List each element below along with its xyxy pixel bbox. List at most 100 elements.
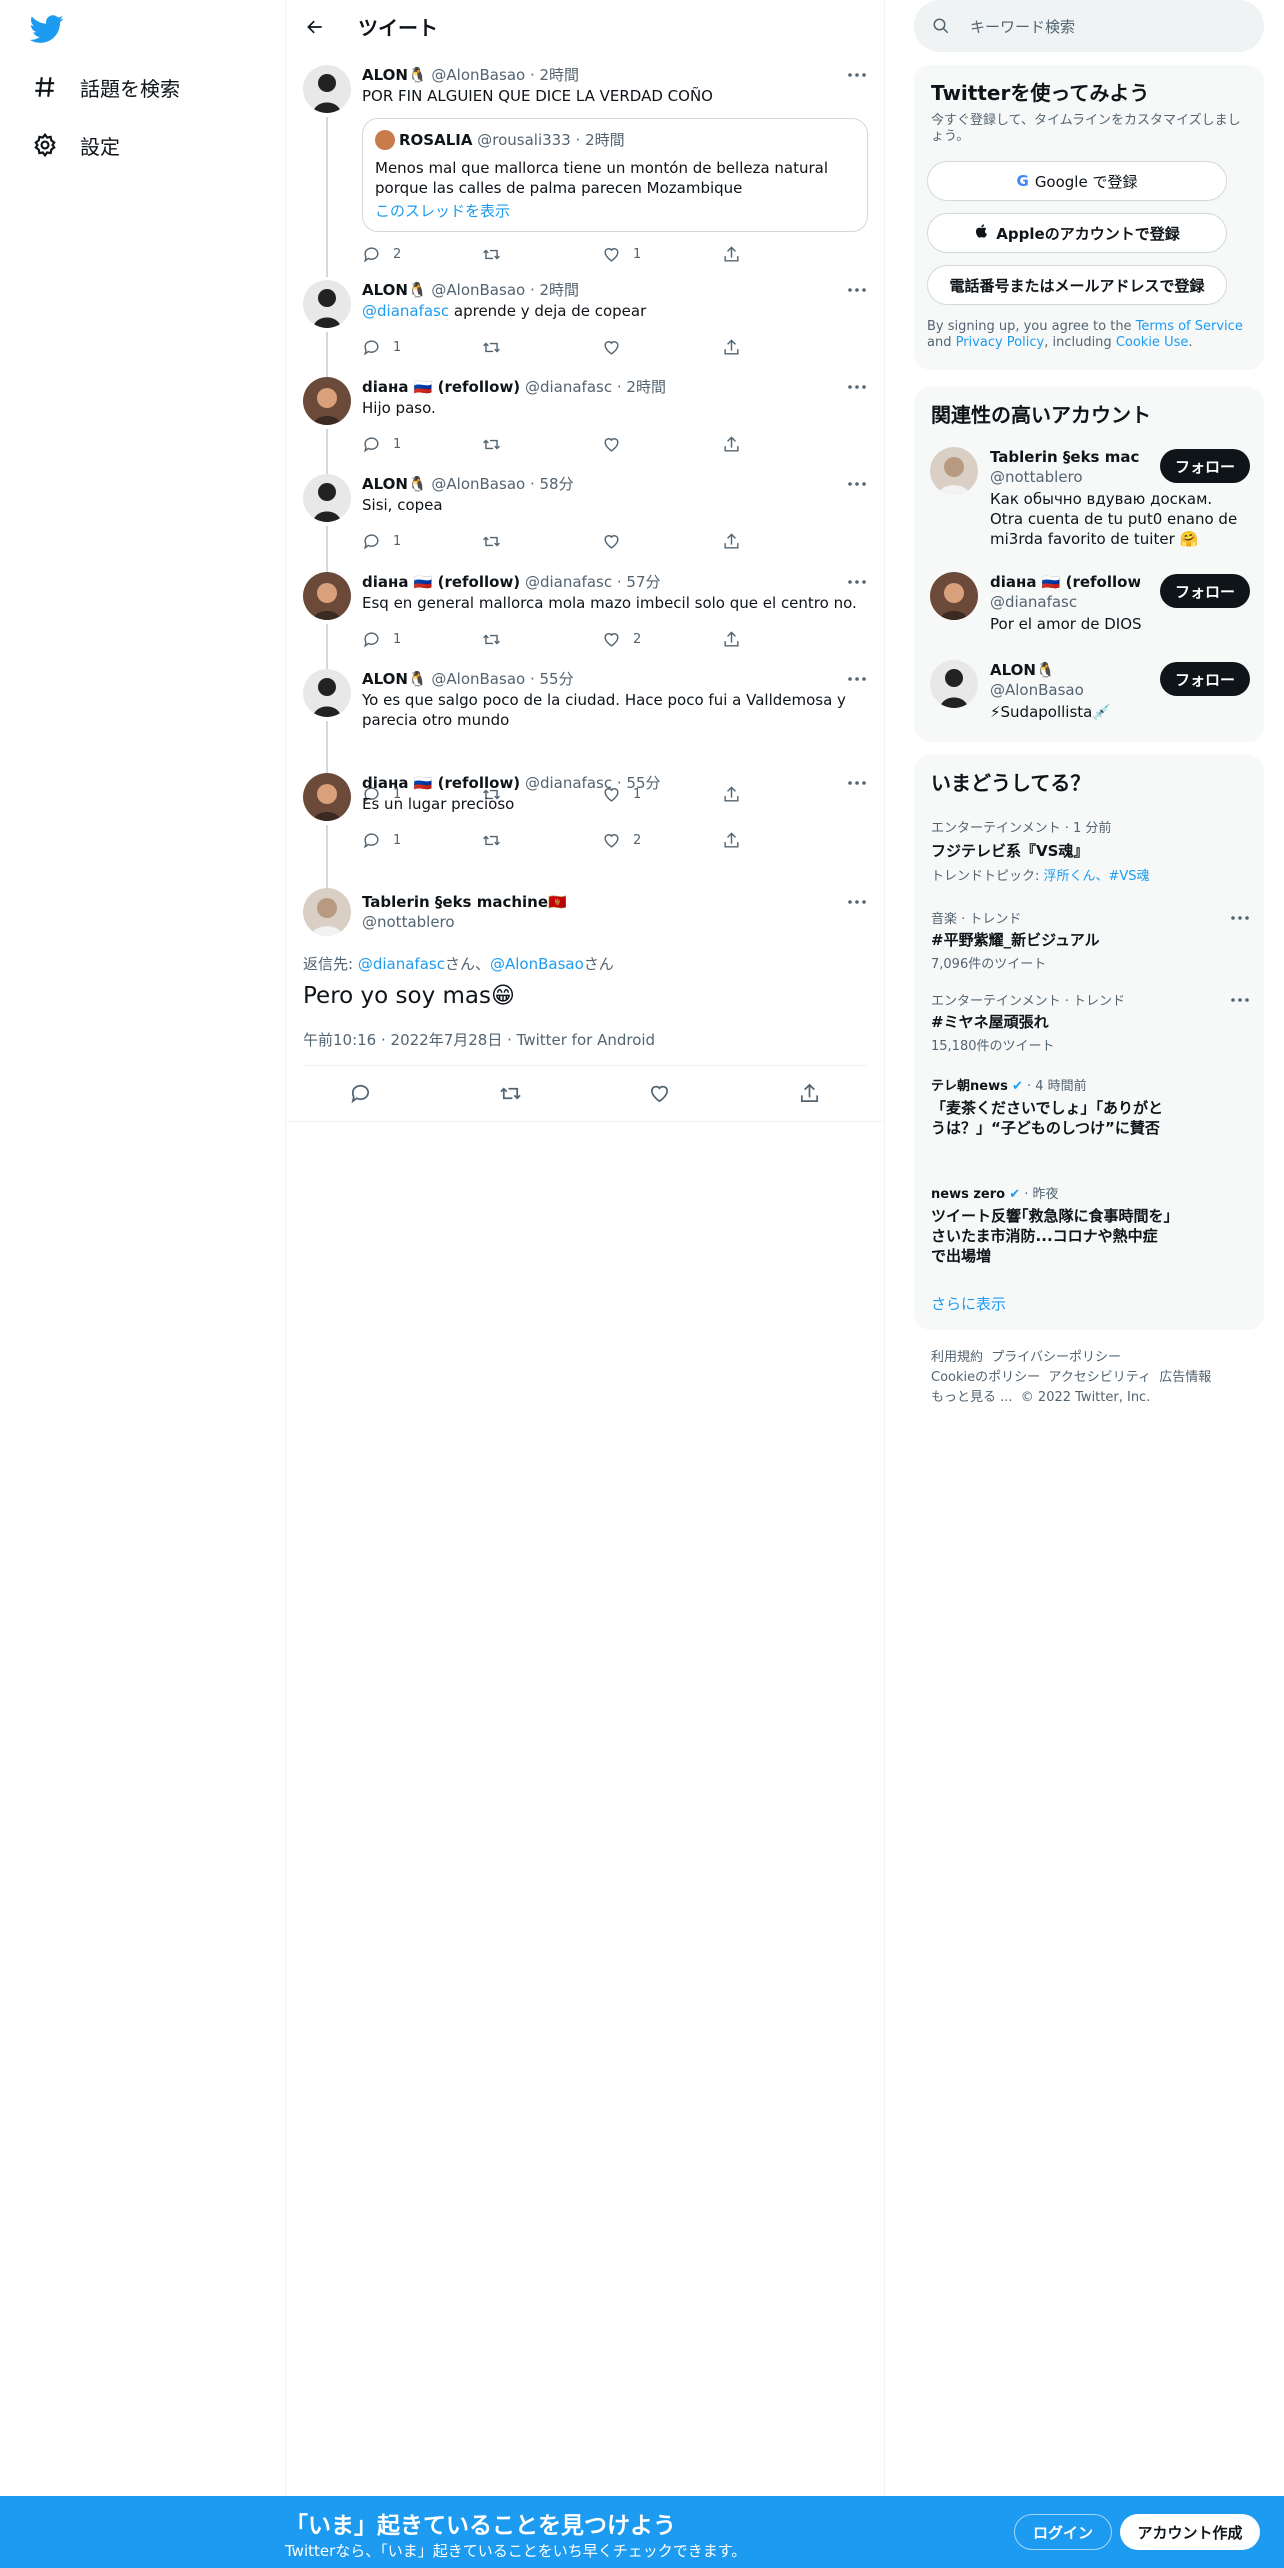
reply-icon[interactable] — [349, 1082, 372, 1105]
heart-icon[interactable] — [648, 1082, 671, 1105]
more-icon[interactable] — [846, 65, 868, 85]
privacy-link[interactable]: Privacy Policy — [956, 335, 1045, 350]
footer-privacy[interactable]: プライバシーポリシー — [991, 1350, 1121, 1365]
timestamp[interactable]: · 2時間 — [617, 378, 666, 396]
like-button[interactable]: 1 — [602, 245, 706, 264]
more-icon[interactable] — [846, 892, 868, 912]
more-icon[interactable] — [846, 474, 868, 494]
like-button[interactable]: 2 — [602, 630, 706, 649]
reply-button[interactable]: 1 — [362, 532, 466, 551]
trend-item[interactable]: エンターテインメント · 1 分前 フジテレビ系『VS魂』 トレンドトピック: … — [931, 817, 1251, 884]
trend-item[interactable]: エンターテインメント · トレンド #ミヤネ屋頑張れ 15,180件のツイート — [931, 990, 1251, 1054]
footer-cookie[interactable]: Cookieのポリシー — [931, 1370, 1040, 1385]
account-handle[interactable]: @AlonBasao — [990, 680, 1140, 700]
footer-terms[interactable]: 利用規約 — [931, 1350, 983, 1365]
avatar[interactable] — [303, 377, 351, 425]
handle[interactable]: @AlonBasao — [431, 670, 525, 688]
handle[interactable]: @dianafasc — [525, 378, 612, 396]
tweet[interactable]: diана 🇷🇺 (refollow) @dianafasc · 55分 Es … — [286, 773, 884, 905]
handle[interactable]: @nottablero — [362, 912, 868, 932]
timestamp[interactable]: · 58分 — [530, 475, 574, 493]
timestamp[interactable]: · 2時間 — [530, 281, 579, 299]
handle[interactable]: @dianafasc — [525, 774, 612, 792]
display-name[interactable]: diана 🇷🇺 (refollow) — [362, 378, 520, 396]
avatar[interactable] — [303, 572, 351, 620]
follow-button[interactable]: フォロー — [1160, 449, 1250, 483]
display-name[interactable]: ALON🐧 — [362, 475, 427, 493]
share-button[interactable] — [722, 245, 826, 264]
tweet[interactable]: diана 🇷🇺 (refollow) @dianafasc · 57分 Esq… — [286, 572, 884, 669]
footer-more[interactable]: もっと見る ... — [931, 1390, 1013, 1405]
tweet[interactable]: ALON🐧 @AlonBasao · 58分 Sisi, copea 1 — [286, 474, 884, 572]
avatar[interactable] — [303, 474, 351, 522]
nav-settings[interactable]: 設定 — [30, 123, 120, 167]
timestamp[interactable]: · 55分 — [617, 774, 661, 792]
show-thread-link[interactable]: このスレッドを表示 — [375, 200, 855, 221]
account-handle[interactable]: @dianafasc — [990, 592, 1140, 612]
trend-topic-links[interactable]: 浮所くん、#VS魂 — [1044, 869, 1150, 884]
signup-button[interactable]: アカウント作成 — [1120, 2514, 1260, 2550]
handle[interactable]: @AlonBasao — [431, 475, 525, 493]
display-name[interactable]: ALON🐧 — [362, 66, 427, 84]
footer-ads[interactable]: 広告情報 — [1159, 1370, 1211, 1385]
avatar[interactable] — [930, 660, 978, 708]
retweet-button[interactable] — [482, 831, 586, 850]
account-name[interactable]: diана 🇷🇺 (refollow) — [990, 572, 1140, 592]
show-more-link[interactable]: さらに表示 — [931, 1293, 1006, 1314]
account-item[interactable]: Tablerin §eks machin... @nottablero Как … — [914, 447, 1264, 548]
more-icon[interactable] — [846, 773, 868, 793]
more-icon[interactable] — [1229, 908, 1251, 932]
share-button[interactable] — [722, 532, 826, 551]
avatar[interactable] — [303, 773, 351, 821]
mention-link[interactable]: @dianafasc — [358, 955, 445, 973]
retweet-button[interactable] — [482, 338, 586, 357]
account-handle[interactable]: @nottablero — [990, 467, 1140, 487]
share-button[interactable] — [722, 831, 826, 850]
follow-button[interactable]: フォロー — [1160, 574, 1250, 608]
avatar[interactable] — [930, 447, 978, 495]
more-icon[interactable] — [846, 669, 868, 689]
tweet-meta[interactable]: 午前10:16 · 2022年7月28日 · Twitter for Andro… — [303, 1029, 655, 1050]
login-button[interactable]: ログイン — [1014, 2514, 1112, 2550]
account-item[interactable]: diана 🇷🇺 (refollow) @dianafasc Por el am… — [914, 572, 1264, 662]
tweet[interactable]: diана 🇷🇺 (refollow) @dianafasc · 2時間 Hij… — [286, 377, 884, 474]
more-icon[interactable] — [1229, 990, 1251, 1014]
back-arrow-icon[interactable] — [297, 9, 333, 45]
tos-link[interactable]: Terms of Service — [1136, 319, 1243, 334]
more-icon[interactable] — [846, 572, 868, 592]
reply-button[interactable]: 1 — [362, 630, 466, 649]
handle[interactable]: @AlonBasao — [431, 281, 525, 299]
avatar[interactable] — [930, 572, 978, 620]
account-name[interactable]: ALON🐧 — [990, 660, 1140, 680]
retweet-button[interactable] — [482, 435, 586, 454]
account-item[interactable]: ALON🐧 @AlonBasao ⚡Sudapollista💉 フォロー — [914, 660, 1264, 750]
tweet[interactable]: ALON🐧 @AlonBasao · 2時間 @dianafasc aprend… — [286, 280, 884, 377]
news-item[interactable]: news zero ✔ · 昨夜 ツイート反響｢救急隊に食事時間を｣さいたま市消… — [931, 1183, 1171, 1266]
avatar[interactable] — [303, 280, 351, 328]
avatar[interactable] — [303, 888, 351, 936]
share-button[interactable] — [722, 435, 826, 454]
timestamp[interactable]: · 55分 — [530, 670, 574, 688]
trend-item[interactable]: 音楽 · トレンド #平野紫耀_新ビジュアル 7,096件のツイート — [931, 908, 1251, 972]
more-icon[interactable] — [846, 377, 868, 397]
apple-signup-button[interactable]: Appleのアカウントで登録 — [927, 213, 1227, 253]
retweet-button[interactable] — [482, 532, 586, 551]
share-button[interactable] — [722, 630, 826, 649]
footer-accessibility[interactable]: アクセシビリティ — [1048, 1370, 1151, 1385]
timestamp[interactable]: · 2時間 — [530, 66, 579, 84]
nav-explore[interactable]: 話題を検索 — [30, 65, 180, 109]
share-button[interactable] — [722, 338, 826, 357]
mention-link[interactable]: @dianafasc — [362, 302, 449, 320]
display-name[interactable]: diана 🇷🇺 (refollow) — [362, 774, 520, 792]
mention-link[interactable]: @AlonBasao — [490, 955, 584, 973]
handle[interactable]: @AlonBasao — [431, 66, 525, 84]
avatar[interactable] — [303, 65, 351, 113]
cookie-link[interactable]: Cookie Use — [1116, 335, 1189, 350]
like-button[interactable] — [602, 435, 706, 454]
display-name[interactable]: Tablerin §eks machine🇲🇪 — [362, 893, 567, 911]
display-name[interactable]: ALON🐧 — [362, 670, 427, 688]
news-item[interactable]: テレ朝news ✔ · 4 時間前 「麦茶くださいでしょ」「ありがとうは？」“子… — [931, 1075, 1171, 1138]
search-box[interactable]: キーワード検索 — [914, 0, 1264, 52]
reply-button[interactable]: 2 — [362, 245, 466, 264]
google-signup-button[interactable]: G Google で登録 — [927, 161, 1227, 201]
